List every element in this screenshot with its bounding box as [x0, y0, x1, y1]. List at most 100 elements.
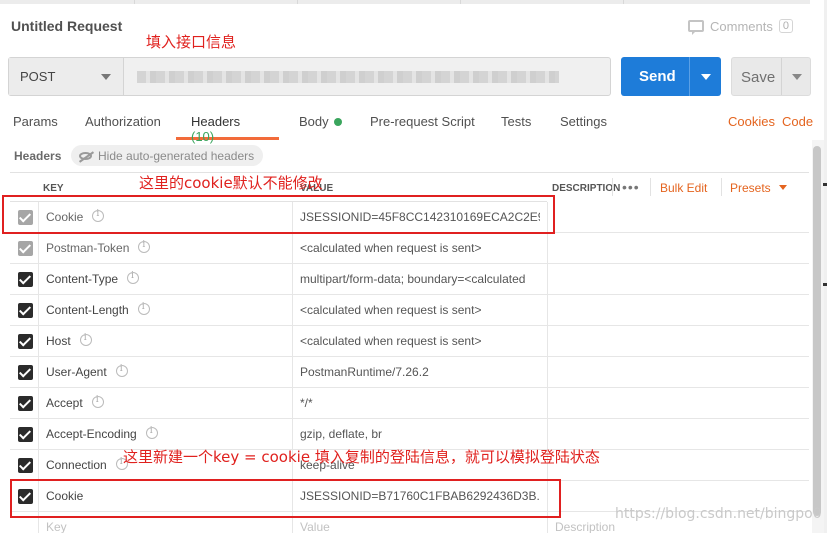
info-icon[interactable] — [91, 395, 104, 408]
tab-pre-request-script[interactable]: Pre-request Script — [370, 114, 475, 140]
header-key-text: Connection — [46, 458, 107, 472]
header-separator — [721, 178, 722, 196]
header-value: multipart/form-data; boundary=<calculate… — [300, 272, 526, 286]
tab-headers-label: Headers — [191, 114, 241, 129]
request-title[interactable]: Untitled Request — [11, 18, 122, 34]
comments-count-badge: 0 — [778, 19, 793, 33]
annotation-highlight-box — [2, 195, 555, 234]
tab-params[interactable]: Params — [13, 114, 58, 140]
header-key: Connection — [46, 457, 128, 472]
status-dot-icon — [333, 118, 342, 126]
header-key-text: User-Agent — [46, 365, 107, 379]
row-checkbox[interactable] — [18, 241, 33, 256]
annotation-highlight-box — [10, 479, 561, 518]
eye-off-icon — [79, 151, 92, 160]
method-value: POST — [20, 69, 56, 84]
table-row: User-Agent PostmanRuntime/7.26.2 — [10, 357, 809, 388]
row-checkbox[interactable] — [18, 303, 33, 318]
new-value-input[interactable]: Value — [300, 520, 540, 533]
send-divider — [689, 57, 690, 96]
header-value: */* — [300, 396, 313, 410]
info-icon[interactable] — [79, 333, 92, 346]
row-checkbox[interactable] — [18, 272, 33, 287]
info-icon[interactable] — [127, 271, 140, 284]
header-key: Postman-Token — [46, 240, 151, 255]
new-key-input[interactable]: Key — [46, 520, 67, 533]
tab-body[interactable]: Body — [299, 114, 342, 140]
row-checkbox[interactable] — [18, 458, 33, 473]
header-key-text: Content-Type — [46, 272, 119, 286]
header-key: User-Agent — [46, 364, 128, 379]
edge-mark — [823, 183, 827, 186]
tab-settings[interactable]: Settings — [560, 114, 607, 140]
header-value: PostmanRuntime/7.26.2 — [300, 365, 429, 379]
row-checkbox[interactable] — [18, 427, 33, 442]
header-key: Content-Length — [46, 302, 150, 317]
header-separator — [650, 178, 651, 196]
info-icon[interactable] — [138, 240, 151, 253]
header-key: Host — [46, 333, 92, 348]
chevron-down-icon — [101, 74, 111, 80]
table-row: Content-Type multipart/form-data; bounda… — [10, 264, 809, 295]
table-row: Accept */* — [10, 388, 809, 419]
annotation-cookie-default: 这里的cookie默认不能修改 — [139, 174, 323, 192]
tab-authorization[interactable]: Authorization — [85, 114, 161, 140]
tab-tests[interactable]: Tests — [501, 114, 531, 140]
send-options-chevron-icon[interactable] — [701, 74, 711, 80]
row-checkbox[interactable] — [18, 365, 33, 380]
header-value: <calculated when request is sent> — [300, 303, 482, 317]
vertical-scrollbar-thumb[interactable] — [813, 146, 821, 516]
table-row: Content-Length <calculated when request … — [10, 295, 809, 326]
header-key-text: Accept — [46, 396, 83, 410]
save-divider — [781, 58, 782, 95]
edge-mark — [823, 283, 827, 286]
url-bar: POST — [8, 57, 611, 96]
more-icon[interactable]: ••• — [622, 179, 640, 195]
header-value: <calculated when request is sent> — [300, 334, 482, 348]
save-button[interactable]: Save — [731, 57, 811, 96]
col-description-header: DESCRIPTION — [552, 183, 621, 194]
header-key-text: Host — [46, 334, 71, 348]
header-separator — [612, 178, 613, 196]
info-icon[interactable] — [145, 426, 158, 439]
send-button[interactable]: Send — [621, 57, 721, 96]
presets-dropdown[interactable]: Presets — [730, 181, 787, 195]
method-select[interactable]: POST — [9, 58, 124, 95]
header-value: gzip, deflate, br — [300, 427, 383, 441]
header-key: Accept-Encoding — [46, 426, 158, 441]
row-checkbox[interactable] — [18, 334, 33, 349]
col-key-header: KEY — [43, 183, 64, 194]
hide-auto-label: Hide auto-generated headers — [98, 148, 255, 163]
tab-body-label: Body — [299, 114, 329, 129]
comments-button[interactable]: Comments 0 — [688, 18, 793, 35]
request-tabs: Params Authorization Headers (10) Body P… — [0, 114, 813, 144]
header-key-text: Postman-Token — [46, 241, 130, 255]
headers-section-label: Headers — [14, 149, 62, 163]
table-row: Postman-Token <calculated when request i… — [10, 233, 809, 264]
header-value: <calculated when request is sent> — [300, 241, 482, 255]
info-icon[interactable] — [137, 302, 150, 315]
comments-label: Comments — [710, 18, 773, 34]
bulk-edit-link[interactable]: Bulk Edit — [660, 181, 707, 195]
header-key: Content-Type — [46, 271, 140, 286]
url-input[interactable] — [137, 71, 559, 83]
tab-headers-count: (10) — [191, 129, 215, 144]
save-options-chevron-icon[interactable] — [792, 74, 802, 80]
save-label: Save — [741, 69, 776, 86]
annotation-new-key: 这里新建一个key = cookie 填入复制的登陆信息，就可以模拟登陆状态 — [123, 448, 600, 466]
chevron-down-icon — [778, 185, 787, 190]
code-link[interactable]: Code — [782, 114, 813, 129]
comment-icon — [688, 20, 704, 35]
hide-auto-generated-headers-button[interactable]: Hide auto-generated headers — [71, 145, 264, 166]
tab-headers[interactable]: Headers (10) — [176, 114, 279, 144]
table-row: Host <calculated when request is sent> — [10, 326, 809, 357]
send-label: Send — [639, 68, 676, 85]
header-key-text: Content-Length — [46, 303, 129, 317]
watermark: https://blog.csdn.net/bingpo0 — [615, 506, 822, 522]
annotation-fill-info: 填入接口信息 — [146, 33, 237, 51]
presets-label: Presets — [730, 181, 771, 195]
top-tab-strip — [0, 0, 810, 4]
info-icon[interactable] — [115, 364, 128, 377]
cookies-link[interactable]: Cookies — [728, 114, 775, 129]
row-checkbox[interactable] — [18, 396, 33, 411]
